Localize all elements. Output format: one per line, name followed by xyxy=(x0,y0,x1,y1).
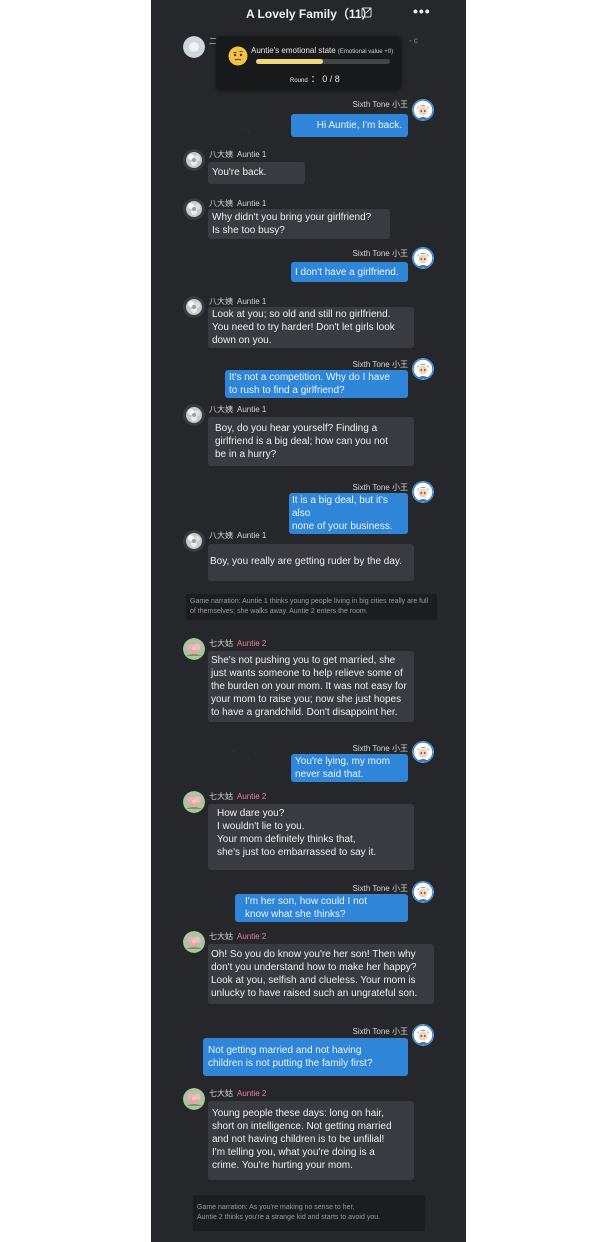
more-options-icon[interactable]: ••• xyxy=(413,3,431,19)
game-narration: Game narration: As you're making no sens… xyxy=(193,1195,425,1231)
emotion-state-label: Auntie's emotional state (Emotional valu… xyxy=(251,46,394,55)
sender-name: 八大姨 Auntie 1 xyxy=(209,531,267,540)
auntie1-avatar[interactable] xyxy=(183,296,205,318)
auntie1-avatar[interactable] xyxy=(183,404,205,426)
auntie1-avatar[interactable] xyxy=(183,530,205,552)
auntie2-avatar[interactable] xyxy=(183,638,205,660)
sender-name: 八大姨 Auntie 1 xyxy=(209,297,267,306)
sender-name: 八大姨 Auntie 1 xyxy=(209,199,267,208)
thinking-face-icon xyxy=(228,46,248,66)
sender-name: Sixth Tone 小王 xyxy=(352,483,408,492)
emotion-progress-fill xyxy=(256,59,323,64)
message-bubble-player: It's not a competition. Why do I have to… xyxy=(225,370,408,398)
sender-name: 七大姑 Auntie 2 xyxy=(209,792,267,801)
message-bubble-npc: Why didn't you bring your girlfriend? Is… xyxy=(208,209,390,239)
auntie1-avatar[interactable] xyxy=(183,198,205,220)
player-avatar[interactable] xyxy=(412,741,434,763)
message-bubble-npc: Young people these days: long on hair, s… xyxy=(208,1101,414,1180)
message-bubble-npc: Oh! So you do know you're her son! Then … xyxy=(208,944,434,1004)
message-bubble-player: I'm her son, how could I not know what s… xyxy=(235,894,408,922)
player-avatar[interactable] xyxy=(412,481,434,503)
sender-name: 八大姨 Auntie 1 xyxy=(209,150,267,159)
player-avatar[interactable] xyxy=(412,99,434,121)
sender-name: Sixth Tone 小王 xyxy=(352,1027,408,1036)
sender-name: 七大姑 Auntie 2 xyxy=(209,639,267,648)
sender-name: Sixth Tone 小王 xyxy=(352,100,408,109)
message-bubble-npc: Boy, do you hear yourself? Finding a gir… xyxy=(208,417,414,466)
watermark: · · · · · xyxy=(230,748,252,763)
avatar-partial[interactable] xyxy=(183,36,205,58)
message-bubble-npc: Look at you; so old and still no girlfri… xyxy=(208,307,414,348)
message-bubble-player: You're lying, my mom never said that. xyxy=(291,754,408,782)
message-bubble-npc: You're back. xyxy=(208,162,305,184)
player-avatar[interactable] xyxy=(412,1024,434,1046)
share-icon[interactable] xyxy=(361,6,373,18)
game-narration: Game narration: Auntie 1 thinks young pe… xyxy=(186,594,437,620)
emotion-status-panel: Auntie's emotional state (Emotional valu… xyxy=(216,36,401,90)
message-bubble-npc: How dare you? I wouldn't lie to you. You… xyxy=(208,804,414,870)
message-bubble-player: Hi Auntie, I'm back. xyxy=(291,114,408,137)
auntie2-avatar[interactable] xyxy=(183,931,205,953)
player-avatar[interactable] xyxy=(412,247,434,269)
chat-header: A Lovely Family（11） ••• xyxy=(151,0,466,26)
player-avatar[interactable] xyxy=(412,358,434,380)
message-bubble-player: It is a big deal, but it's also none of … xyxy=(289,493,408,534)
message-bubble-npc: She's not pushing you to get married, sh… xyxy=(208,651,414,722)
message-bubble-npc: Boy, you really are getting ruder by the… xyxy=(208,544,414,581)
player-avatar[interactable] xyxy=(412,881,434,903)
round-counter: Round： 0 / 8 xyxy=(290,74,340,84)
partial-text-fragment: - c xyxy=(409,36,418,45)
chat-screen: A Lovely Family（11） ••• 二 - c Auntie's e… xyxy=(151,0,466,1242)
emotion-progress-bar xyxy=(256,59,390,64)
sender-name: 八大姨 Auntie 1 xyxy=(209,405,267,414)
sender-name: Sixth Tone 小王 xyxy=(352,884,408,893)
message-bubble-player: I don't have a girlfriend. xyxy=(291,262,408,282)
sender-name: Sixth Tone 小王 xyxy=(352,744,408,753)
watermark: · · · · · xyxy=(230,121,252,136)
sender-name: 七大姑 Auntie 2 xyxy=(209,932,267,941)
sender-name: Sixth Tone 小王 xyxy=(352,249,408,258)
sender-name: Sixth Tone 小王 xyxy=(352,360,408,369)
sender-name: 七大姑 Auntie 2 xyxy=(209,1089,267,1098)
auntie2-avatar[interactable] xyxy=(183,791,205,813)
auntie1-avatar[interactable] xyxy=(183,149,205,171)
message-bubble-player: Not getting married and not having child… xyxy=(203,1038,408,1076)
chat-title: A Lovely Family（11） xyxy=(246,7,374,21)
auntie2-avatar[interactable] xyxy=(183,1088,205,1110)
